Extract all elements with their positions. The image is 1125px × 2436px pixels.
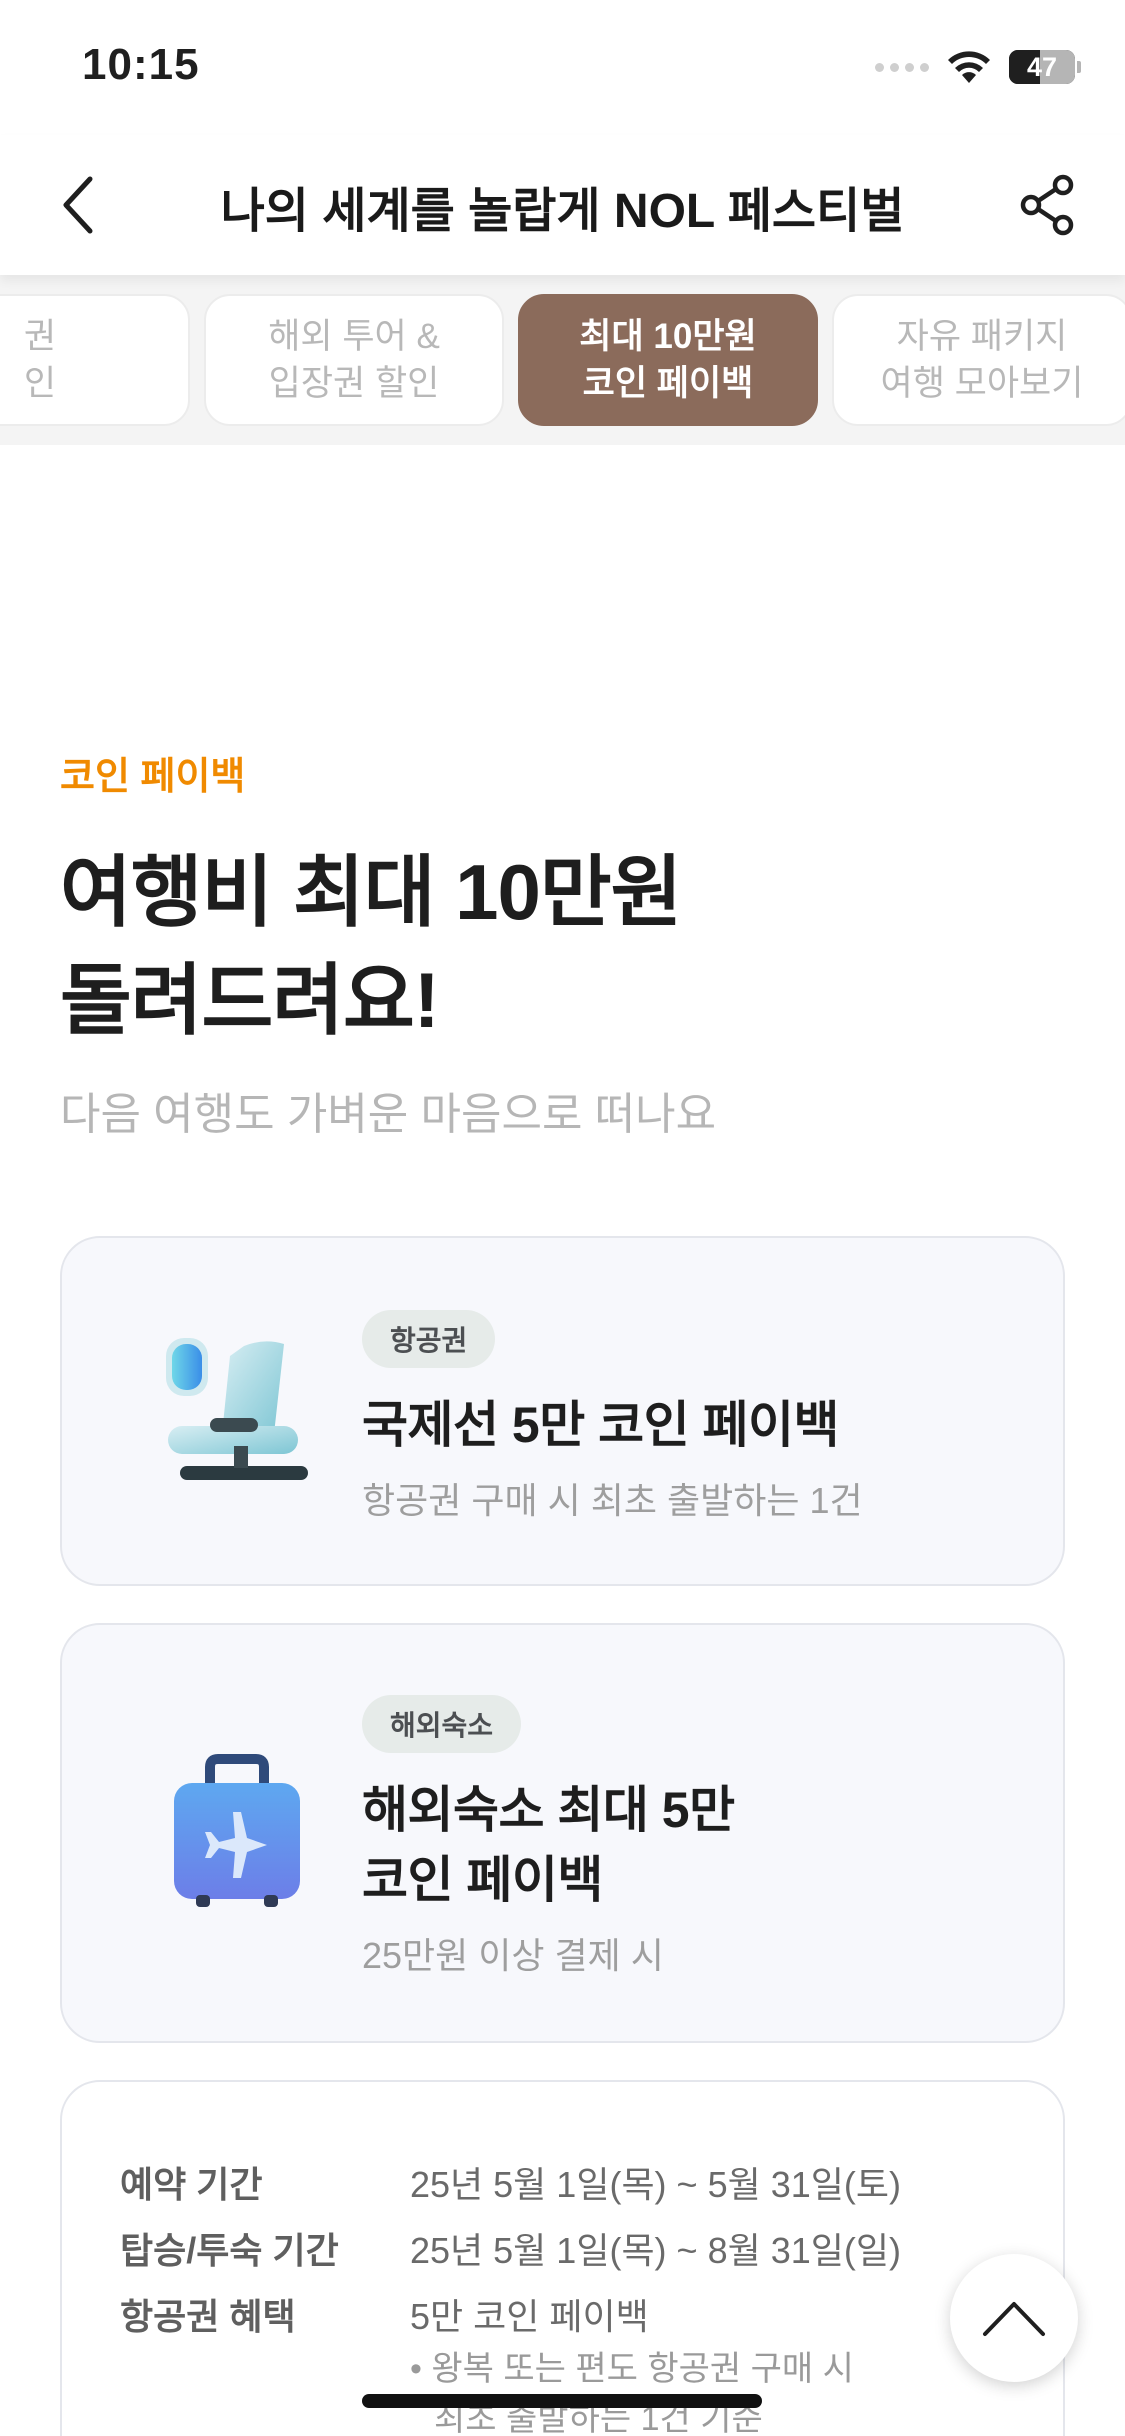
card-text: 해외숙소 해외숙소 최대 5만 코인 페이백 25만원 이상 결제 시: [362, 1695, 735, 1979]
card-title: 국제선 5만 코인 페이백: [362, 1397, 839, 1453]
chevron-up-icon: [983, 2302, 1045, 2336]
section-eyebrow: 코인 페이백: [60, 756, 246, 798]
info-label: 탑승/투숙 기간: [120, 2230, 339, 2271]
wifi-icon: [947, 50, 991, 84]
status-indicators: 47: [875, 50, 1081, 84]
info-label: 예약 기간: [120, 2164, 263, 2205]
nav-header: 나의 세계를 놀랍게 NOL 페스티벌: [0, 135, 1125, 275]
airplane-seat-icon: [152, 1326, 322, 1496]
tab-item[interactable]: 자유 패키지 여행 모아보기: [832, 294, 1125, 426]
info-value: 25년 5월 1일(목) ~ 8월 31일(일): [410, 2230, 901, 2271]
scroll-to-top-button[interactable]: [950, 2254, 1078, 2382]
share-button[interactable]: [1009, 167, 1085, 243]
card-description: 25만원 이상 결제 시: [362, 1935, 664, 1976]
suitcase-icon: [152, 1745, 322, 1915]
page-title: 나의 세계를 놀랍게 NOL 페스티벌: [220, 185, 905, 238]
card-title: 해외숙소 최대 5만 코인 페이백: [362, 1782, 735, 1908]
headline-line: 돌려드려요!: [60, 956, 440, 1044]
tab-item[interactable]: 해외 투어 & 입장권 할인: [204, 294, 504, 426]
benefit-card-hotel: 해외숙소 해외숙소 최대 5만 코인 페이백 25만원 이상 결제 시: [60, 1623, 1065, 2043]
status-bar: 10:15 47: [0, 0, 1125, 135]
signal-icon: [875, 62, 929, 72]
info-value: 25년 5월 1일(목) ~ 5월 31일(토): [410, 2164, 901, 2205]
home-indicator: [362, 2394, 762, 2408]
back-button[interactable]: [40, 167, 116, 243]
info-row: 탑승/투숙 기간 25년 5월 1일(목) ~ 8월 31일(일): [120, 2222, 901, 2274]
info-row: 항공권 혜택 5만 코인 페이백: [120, 2288, 649, 2340]
chevron-left-icon: [63, 176, 93, 234]
tab-item[interactable]: 최대 10만원 코인 페이백: [518, 294, 818, 426]
battery-icon: 47: [1009, 50, 1081, 84]
event-info-box: 예약 기간 25년 5월 1일(목) ~ 5월 31일(토) 탑승/투숙 기간 …: [60, 2080, 1065, 2436]
headline-line: 여행비 최대 10만원: [60, 848, 682, 936]
info-note: • 왕복 또는 편도 항공권 구매 시: [410, 2350, 854, 2388]
category-tabs: 권 인 해외 투어 & 입장권 할인 최대 10만원 코인 페이백 자유 패키지…: [0, 275, 1125, 445]
status-time: 10:15: [82, 40, 200, 89]
tab-item[interactable]: 권 인: [0, 294, 190, 426]
info-label: 항공권 혜택: [120, 2296, 296, 2337]
section-headline: 여행비 최대 10만원 돌려드려요!: [60, 838, 682, 1054]
tab-row: 권 인 해외 투어 & 입장권 할인 최대 10만원 코인 페이백 자유 패키지…: [0, 294, 1125, 426]
category-badge: 해외숙소: [362, 1695, 522, 1753]
section-subhead: 다음 여행도 가벼운 마음으로 떠나요: [60, 1090, 717, 1139]
card-text: 항공권 국제선 5만 코인 페이백 항공권 구매 시 최초 출발하는 1건: [362, 1310, 863, 1524]
info-row: 예약 기간 25년 5월 1일(목) ~ 5월 31일(토): [120, 2156, 901, 2208]
benefit-card-flight: 항공권 국제선 5만 코인 페이백 항공권 구매 시 최초 출발하는 1건: [60, 1236, 1065, 1586]
battery-level: 47: [1026, 51, 1058, 82]
category-badge: 항공권: [362, 1310, 496, 1368]
card-description: 항공권 구매 시 최초 출발하는 1건: [362, 1480, 863, 1521]
share-icon: [1020, 174, 1074, 236]
info-value: 5만 코인 페이백: [410, 2296, 649, 2337]
